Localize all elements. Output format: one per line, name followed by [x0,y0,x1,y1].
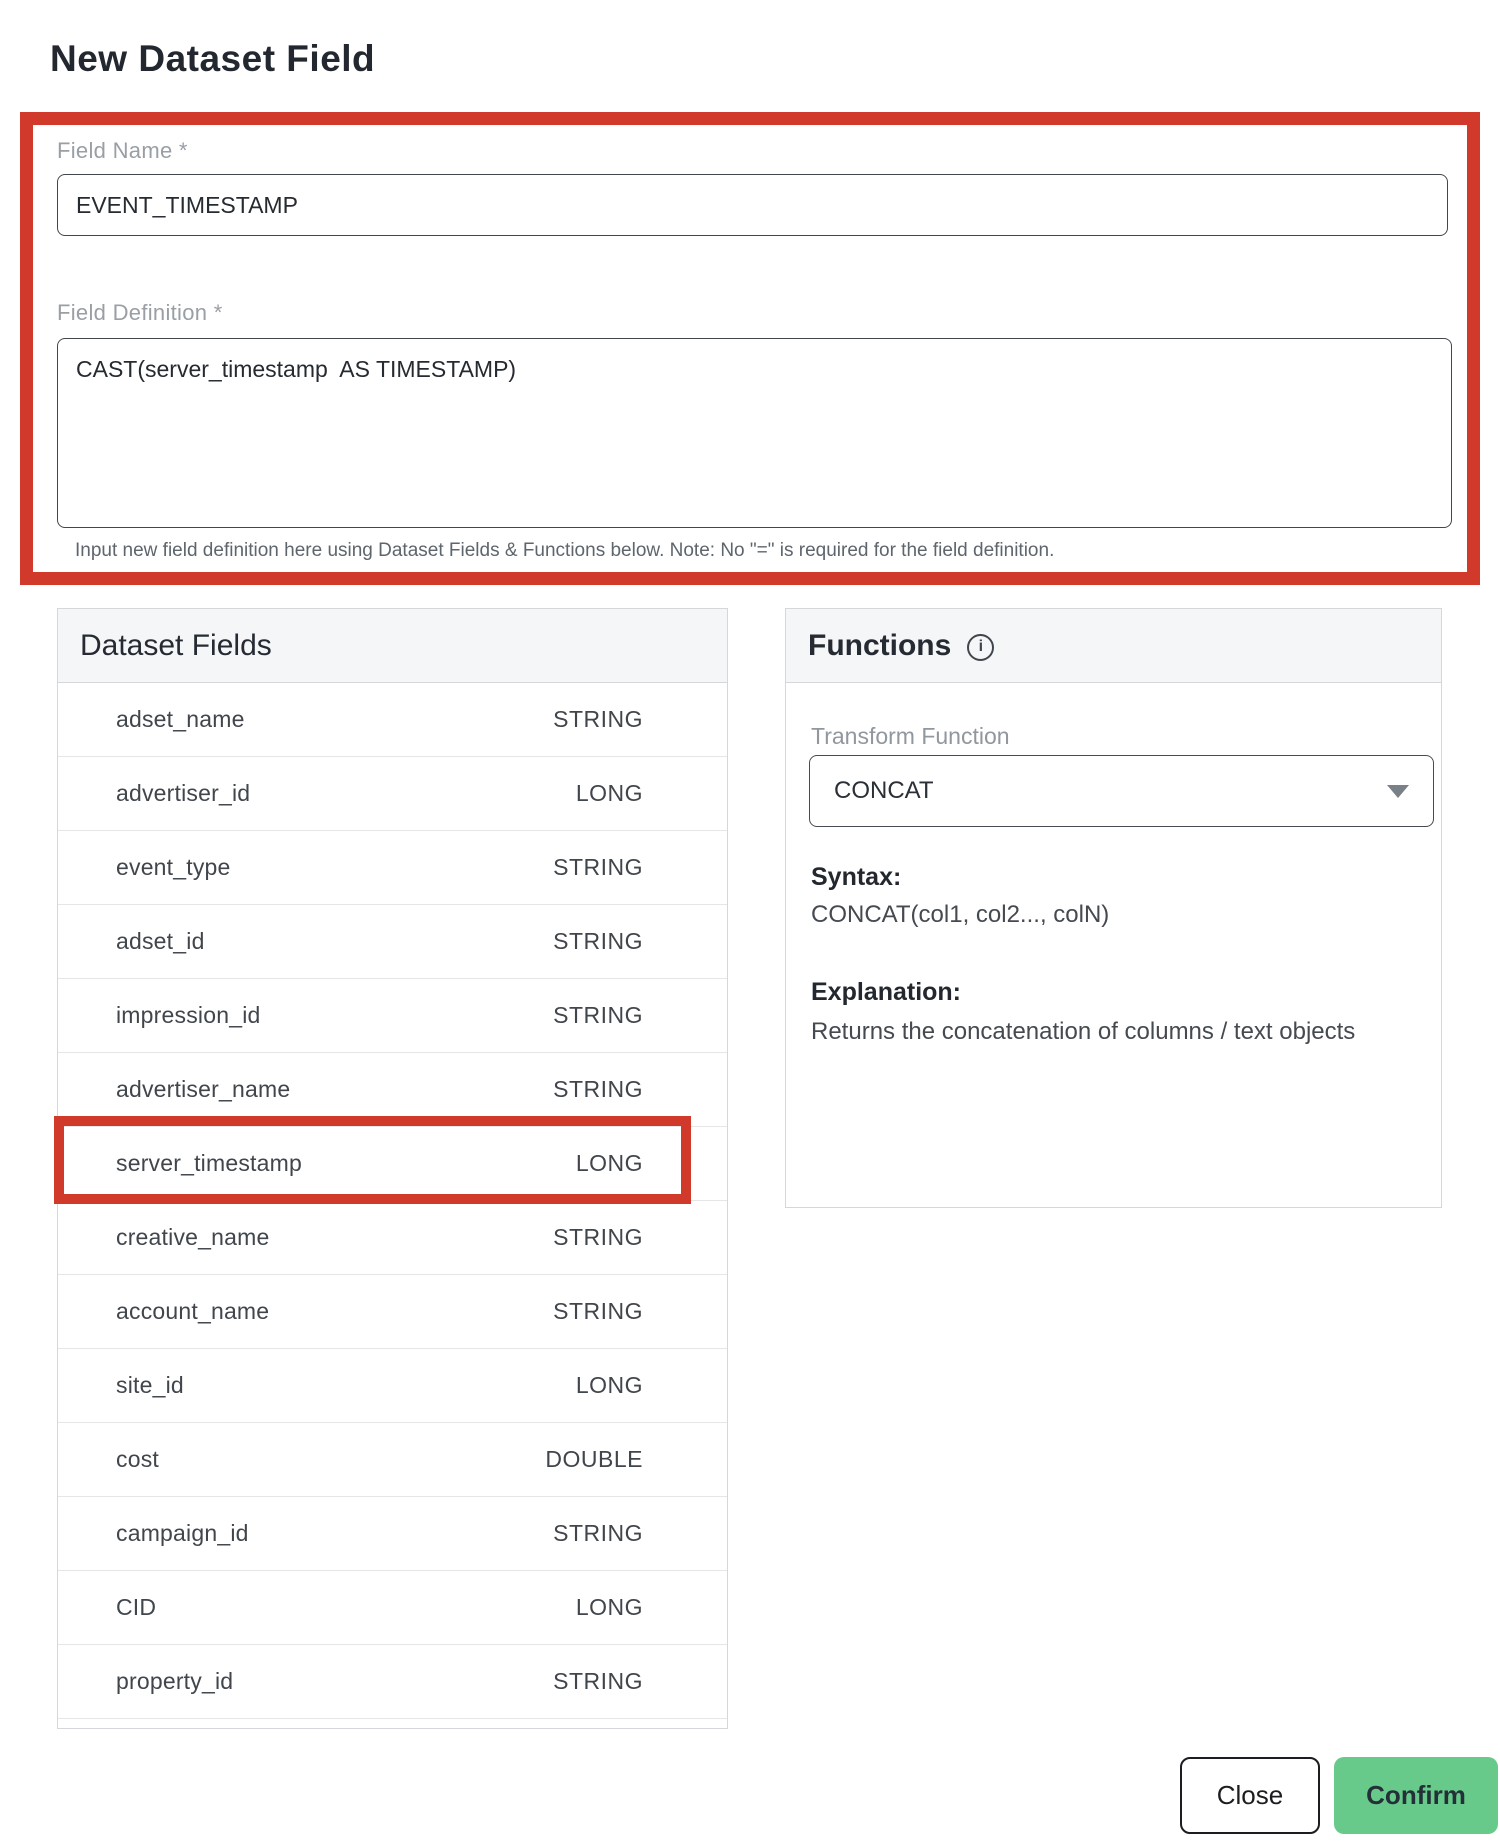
table-row[interactable]: adset_id STRING [58,905,727,979]
field-name-label: Field Name * [57,138,188,163]
table-row[interactable]: site_id LONG [58,1349,727,1423]
field-name: campaign_id [116,1520,249,1546]
functions-panel: Functions i Transform Function CONCAT Sy… [785,608,1442,1208]
field-name: property_id [116,1668,234,1694]
table-row[interactable]: creative_name STRING [58,1201,727,1275]
field-type: LONG [575,1150,643,1176]
transform-function-label: Transform Function [811,723,1010,749]
field-type: STRING [553,1002,643,1028]
field-type: STRING [553,1520,643,1546]
explanation-heading: Explanation: [811,978,962,1006]
field-name: adset_id [116,928,205,954]
table-row[interactable]: advertiser_name STRING [58,1053,727,1127]
page-title: New Dataset Field [50,38,376,79]
field-name: event_type [116,854,231,880]
field-name: CID [116,1594,157,1620]
table-row-server-timestamp[interactable]: server_timestamp LONG [58,1127,727,1201]
functions-title: Functions [808,628,952,662]
new-dataset-field-dialog: New Dataset Field Field Name * Field Def… [0,0,1500,1848]
dataset-fields-title: Dataset Fields [58,609,727,683]
table-row[interactable]: advertiser_id LONG [58,757,727,831]
field-definition-label: Field Definition * [57,300,223,325]
syntax-heading: Syntax: [811,863,902,891]
field-name: impression_id [116,1002,261,1028]
table-row[interactable]: impression_id STRING [58,979,727,1053]
transform-function-select[interactable]: CONCAT [809,755,1434,827]
chevron-down-icon [1387,784,1409,798]
field-type: STRING [553,1668,643,1694]
field-name: adset_name [116,706,245,732]
field-type: STRING [553,1076,643,1102]
info-icon[interactable]: i [967,633,995,661]
field-name: site_id [116,1372,184,1398]
field-name: server_timestamp [116,1150,302,1176]
table-row[interactable]: adset_name STRING [58,683,727,757]
table-row[interactable]: CID LONG [58,1571,727,1645]
field-type: LONG [575,1594,643,1620]
table-row[interactable]: property_id STRING [58,1645,727,1719]
field-definition-help: Input new field definition here using Da… [75,540,1055,561]
close-button[interactable]: Close [1180,1757,1320,1834]
table-row[interactable]: campaign_id STRING [58,1497,727,1571]
field-name: advertiser_id [116,780,251,806]
field-name: advertiser_name [116,1076,291,1102]
syntax-text: CONCAT(col1, col2..., colN) [811,901,1110,928]
field-name: account_name [116,1298,270,1324]
table-row[interactable]: cost DOUBLE [58,1423,727,1497]
field-type: STRING [553,854,643,880]
field-type: LONG [575,780,643,806]
field-type: STRING [553,1298,643,1324]
field-type: LONG [575,1372,643,1398]
table-row[interactable]: event_type STRING [58,831,727,905]
field-name: creative_name [116,1224,270,1250]
field-definition-textarea[interactable]: CAST(server_timestamp AS TIMESTAMP) [57,338,1452,528]
field-type: STRING [553,1224,643,1250]
transform-function-value: CONCAT [834,777,934,804]
explanation-text: Returns the concatenation of columns / t… [811,1018,1356,1045]
confirm-button[interactable]: Confirm [1334,1757,1498,1834]
dataset-fields-panel: Dataset Fields adset_name STRING adverti… [57,608,728,1729]
table-row[interactable]: account_name STRING [58,1275,727,1349]
field-name: cost [116,1446,159,1472]
field-type: STRING [553,928,643,954]
field-type: DOUBLE [545,1446,643,1472]
field-type: STRING [553,706,643,732]
field-name-input[interactable] [57,174,1448,236]
